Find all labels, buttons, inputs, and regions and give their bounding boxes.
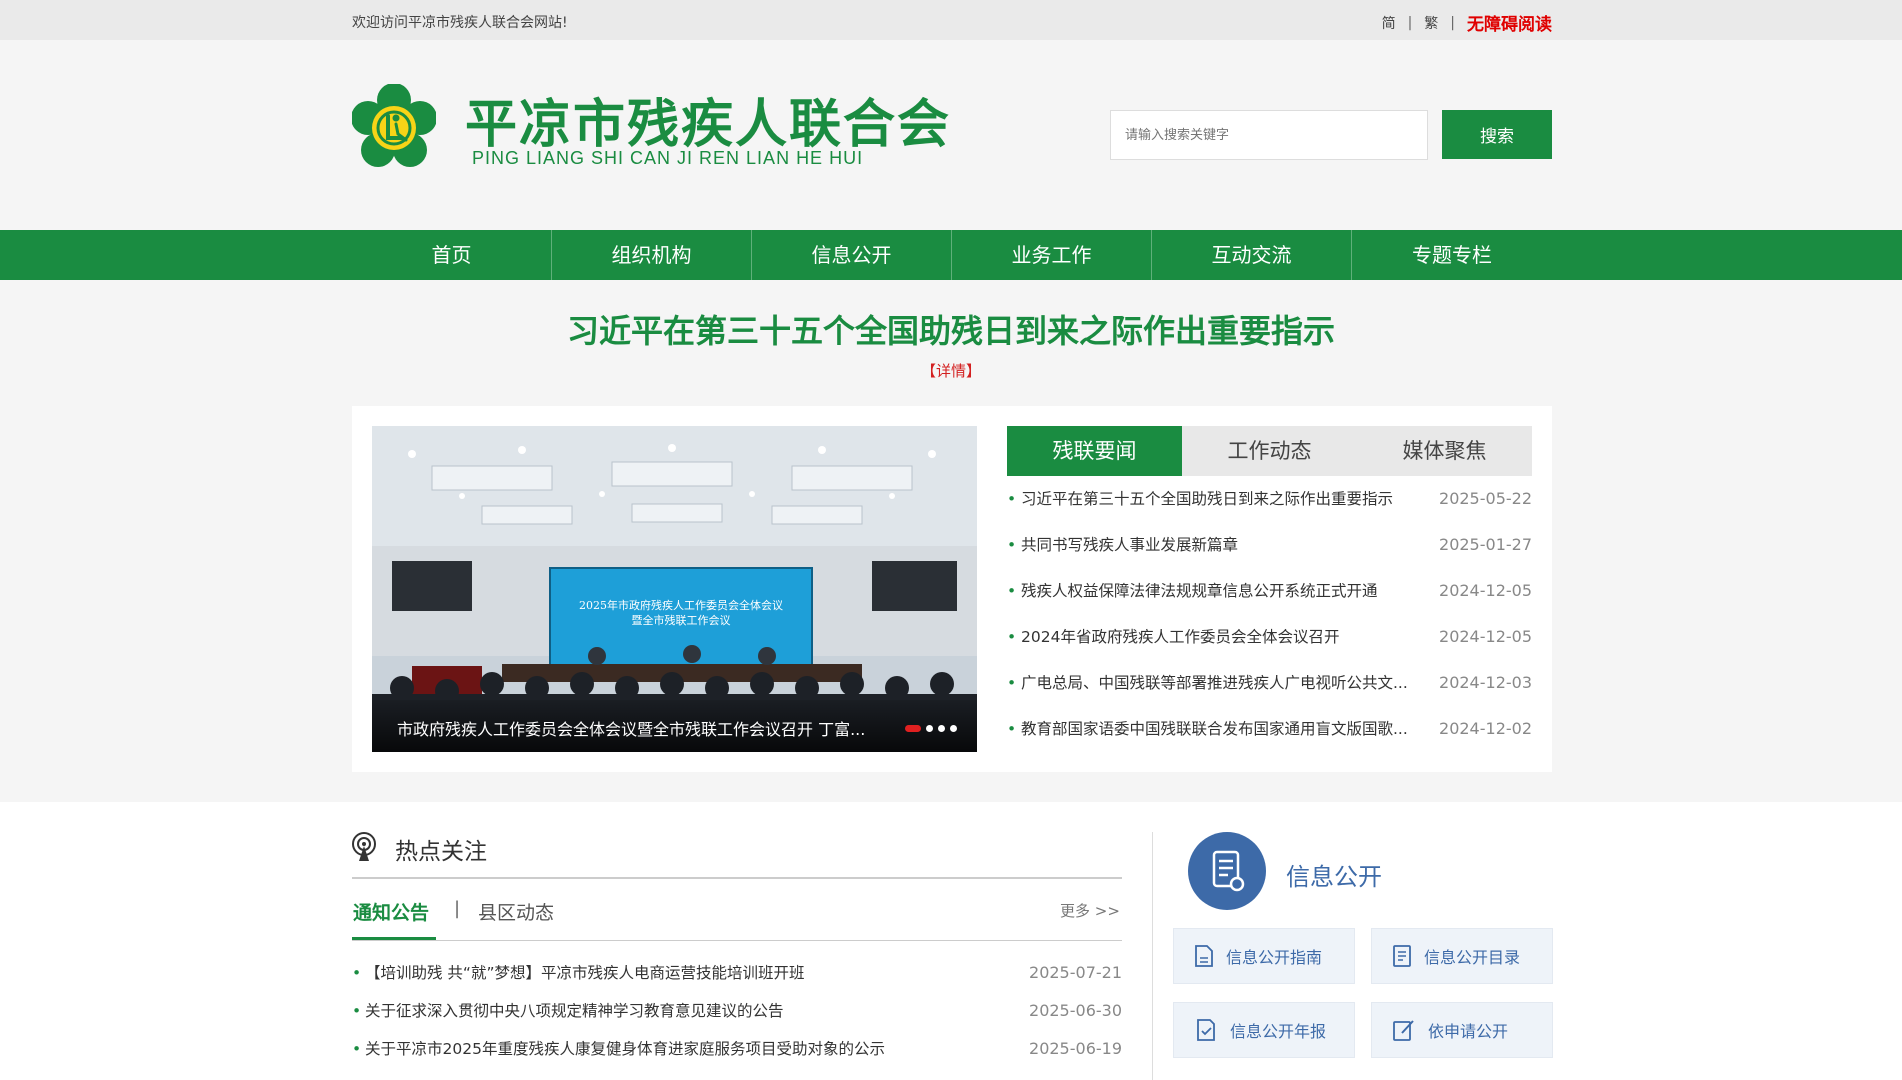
notice-date: 2025-06-19: [1029, 1039, 1122, 1058]
nav-item-home[interactable]: 首页: [352, 230, 552, 280]
news-tabs: 残联要闻 工作动态 媒体聚焦: [1007, 426, 1532, 476]
search-button[interactable]: 搜索: [1442, 110, 1552, 159]
list-document-icon: [1393, 945, 1411, 967]
info-annual-report-label: 信息公开年报: [1230, 1022, 1327, 1041]
nav-item-interaction[interactable]: 互动交流: [1152, 230, 1352, 280]
notice-date: 2025-06-30: [1029, 1001, 1122, 1020]
info-catalog-label: 信息公开目录: [1424, 948, 1521, 967]
traditional-chinese-link[interactable]: 繁: [1424, 13, 1438, 33]
divider: [352, 877, 1122, 879]
news-date: 2024-12-05: [1439, 581, 1532, 600]
info-catalog-button[interactable]: 信息公开目录: [1371, 928, 1553, 984]
search-input[interactable]: [1110, 110, 1428, 160]
carousel-dot-4[interactable]: [950, 725, 957, 732]
hot-topics-title: 热点关注: [395, 839, 487, 865]
tab-media-focus[interactable]: 媒体聚焦: [1357, 426, 1532, 476]
site-title: 平凉市残疾人联合会: [465, 95, 952, 155]
tab-work-updates[interactable]: 工作动态: [1182, 426, 1357, 476]
nav-item-business[interactable]: 业务工作: [952, 230, 1152, 280]
report-icon: [1197, 1019, 1215, 1041]
info-disclosure-title[interactable]: 信息公开: [1286, 857, 1382, 892]
news-panel: 2025年市政府残疾人工作委员会全体会议 暨全市残联工作会议 市政府残疾人工作委…: [352, 406, 1552, 772]
carousel-caption: 市政府残疾人工作委员会全体会议暨全市残联工作会议召开 丁富...: [372, 700, 977, 752]
divider: [352, 940, 1122, 941]
column-divider: [1152, 832, 1153, 1080]
headline-title[interactable]: 习近平在第三十五个全国助残日到来之际作出重要指示: [0, 306, 1902, 352]
list-item[interactable]: 关于征求深入贯彻中央八项规定精神学习教育意见建议的公告 2025-06-30: [352, 992, 1122, 1030]
top-links: 简 | 繁 | 无障碍阅读: [1382, 10, 1552, 36]
list-item[interactable]: 广电总局、中国残联等部署推进残疾人广电视听公共文... 2024-12-03: [1007, 660, 1532, 706]
list-item[interactable]: 教育部国家语委中国残联联合发布国家通用盲文版国歌... 2024-12-02: [1007, 706, 1532, 752]
screen-text-line-1: 2025年市政府残疾人工作委员会全体会议: [579, 598, 783, 612]
info-disclosure-icon[interactable]: [1188, 832, 1266, 910]
separator: |: [1407, 14, 1413, 31]
news-title[interactable]: 习近平在第三十五个全国助残日到来之际作出重要指示: [1007, 476, 1412, 522]
site-title-pinyin: PING LIANG SHI CAN JI REN LIAN HE HUI: [472, 148, 864, 168]
notice-title[interactable]: 关于征求深入贯彻中央八项规定精神学习教育意见建议的公告: [352, 992, 784, 1030]
tab-federation-news[interactable]: 残联要闻: [1007, 426, 1182, 476]
main-nav: 首页 组织机构 信息公开 业务工作 互动交流 专题专栏: [0, 230, 1902, 280]
news-title[interactable]: 教育部国家语委中国残联联合发布国家通用盲文版国歌...: [1007, 706, 1412, 752]
screen-text-line-2: 暨全市残联工作会议: [632, 613, 731, 627]
welcome-text: 欢迎访问平凉市残疾人联合会网站!: [352, 15, 568, 31]
tab-county-news[interactable]: 县区动态: [478, 898, 554, 925]
list-item[interactable]: 【培训助残 共“就”梦想】平凉市残疾人电商运营技能培训班开班 2025-07-21: [352, 954, 1122, 992]
notice-title[interactable]: 【培训助残 共“就”梦想】平凉市残疾人电商运营技能培训班开班: [352, 954, 805, 992]
document-icon: [1195, 945, 1213, 967]
info-guide-label: 信息公开指南: [1226, 948, 1323, 967]
news-title[interactable]: 2024年省政府残疾人工作委员会全体会议召开: [1007, 614, 1412, 660]
notice-title[interactable]: 关于平凉市2025年重度残疾人康复健身体育进家庭服务项目受助对象的公示: [352, 1030, 885, 1068]
carousel-dot-3[interactable]: [938, 725, 945, 732]
list-item[interactable]: 共同书写残疾人事业发展新篇章 2025-01-27: [1007, 522, 1532, 568]
list-item[interactable]: 残疾人权益保障法律法规规章信息公开系统正式开通 2024-12-05: [1007, 568, 1532, 614]
top-bar: 欢迎访问平凉市残疾人联合会网站! 简 | 繁 | 无障碍阅读: [0, 0, 1902, 40]
carousel-dot-1[interactable]: [905, 725, 921, 732]
carousel-dot-2[interactable]: [926, 725, 933, 732]
news-title[interactable]: 残疾人权益保障法律法规规章信息公开系统正式开通: [1007, 568, 1412, 614]
barrier-free-reading-link[interactable]: 无障碍阅读: [1467, 10, 1552, 35]
list-item[interactable]: 关于平凉市2025年重度残疾人康复健身体育进家庭服务项目受助对象的公示 2025-…: [352, 1030, 1122, 1068]
info-guide-button[interactable]: 信息公开指南: [1173, 928, 1355, 984]
nav-item-organization[interactable]: 组织机构: [552, 230, 752, 280]
list-item[interactable]: 2024年省政府残疾人工作委员会全体会议召开 2024-12-05: [1007, 614, 1532, 660]
photo-carousel[interactable]: 2025年市政府残疾人工作委员会全体会议 暨全市残联工作会议 市政府残疾人工作委…: [372, 426, 977, 752]
notice-list: 【培训助残 共“就”梦想】平凉市残疾人电商运营技能培训班开班 2025-07-21…: [352, 954, 1122, 1068]
tab-notices[interactable]: 通知公告: [353, 898, 429, 925]
news-date: 2024-12-03: [1439, 673, 1532, 692]
tab-separator: |: [454, 898, 461, 919]
news-list: 习近平在第三十五个全国助残日到来之际作出重要指示 2025-05-22 共同书写残…: [1007, 476, 1532, 752]
carousel-dots: [905, 725, 957, 732]
disabled-persons-federation-logo-icon[interactable]: [352, 84, 436, 172]
info-annual-report-button[interactable]: 信息公开年报: [1173, 1002, 1355, 1058]
news-date: 2025-05-22: [1439, 489, 1532, 508]
simplified-chinese-link[interactable]: 简: [1382, 13, 1396, 33]
headline-detail-link[interactable]: 【详情】: [0, 360, 1902, 381]
more-link[interactable]: 更多 >>: [1060, 900, 1120, 921]
news-date: 2024-12-02: [1439, 719, 1532, 738]
apply-for-disclosure-button[interactable]: 依申请公开: [1371, 1002, 1553, 1058]
lower-section: 热点关注 通知公告 | 县区动态 更多 >> 【培训助残 共“就”梦想】平凉市残…: [0, 802, 1902, 1080]
nav-item-special-topics[interactable]: 专题专栏: [1352, 230, 1552, 280]
apply-for-disclosure-label: 依申请公开: [1428, 1022, 1509, 1041]
news-title[interactable]: 共同书写残疾人事业发展新篇章: [1007, 522, 1412, 568]
nav-item-info-disclosure[interactable]: 信息公开: [752, 230, 952, 280]
news-date: 2025-01-27: [1439, 535, 1532, 554]
carousel-caption-text[interactable]: 市政府残疾人工作委员会全体会议暨全市残联工作会议召开 丁富...: [397, 716, 865, 740]
list-item[interactable]: 习近平在第三十五个全国助残日到来之际作出重要指示 2025-05-22: [1007, 476, 1532, 522]
edit-icon: [1393, 1020, 1414, 1041]
site-header: 平凉市残疾人联合会 PING LIANG SHI CAN JI REN LIAN…: [0, 40, 1902, 230]
news-title[interactable]: 广电总局、中国残联等部署推进残疾人广电视听公共文...: [1007, 660, 1412, 706]
hotspot-broadcast-icon: [352, 832, 376, 861]
separator: |: [1450, 14, 1455, 31]
notice-date: 2025-07-21: [1029, 963, 1122, 982]
news-date: 2024-12-05: [1439, 627, 1532, 646]
